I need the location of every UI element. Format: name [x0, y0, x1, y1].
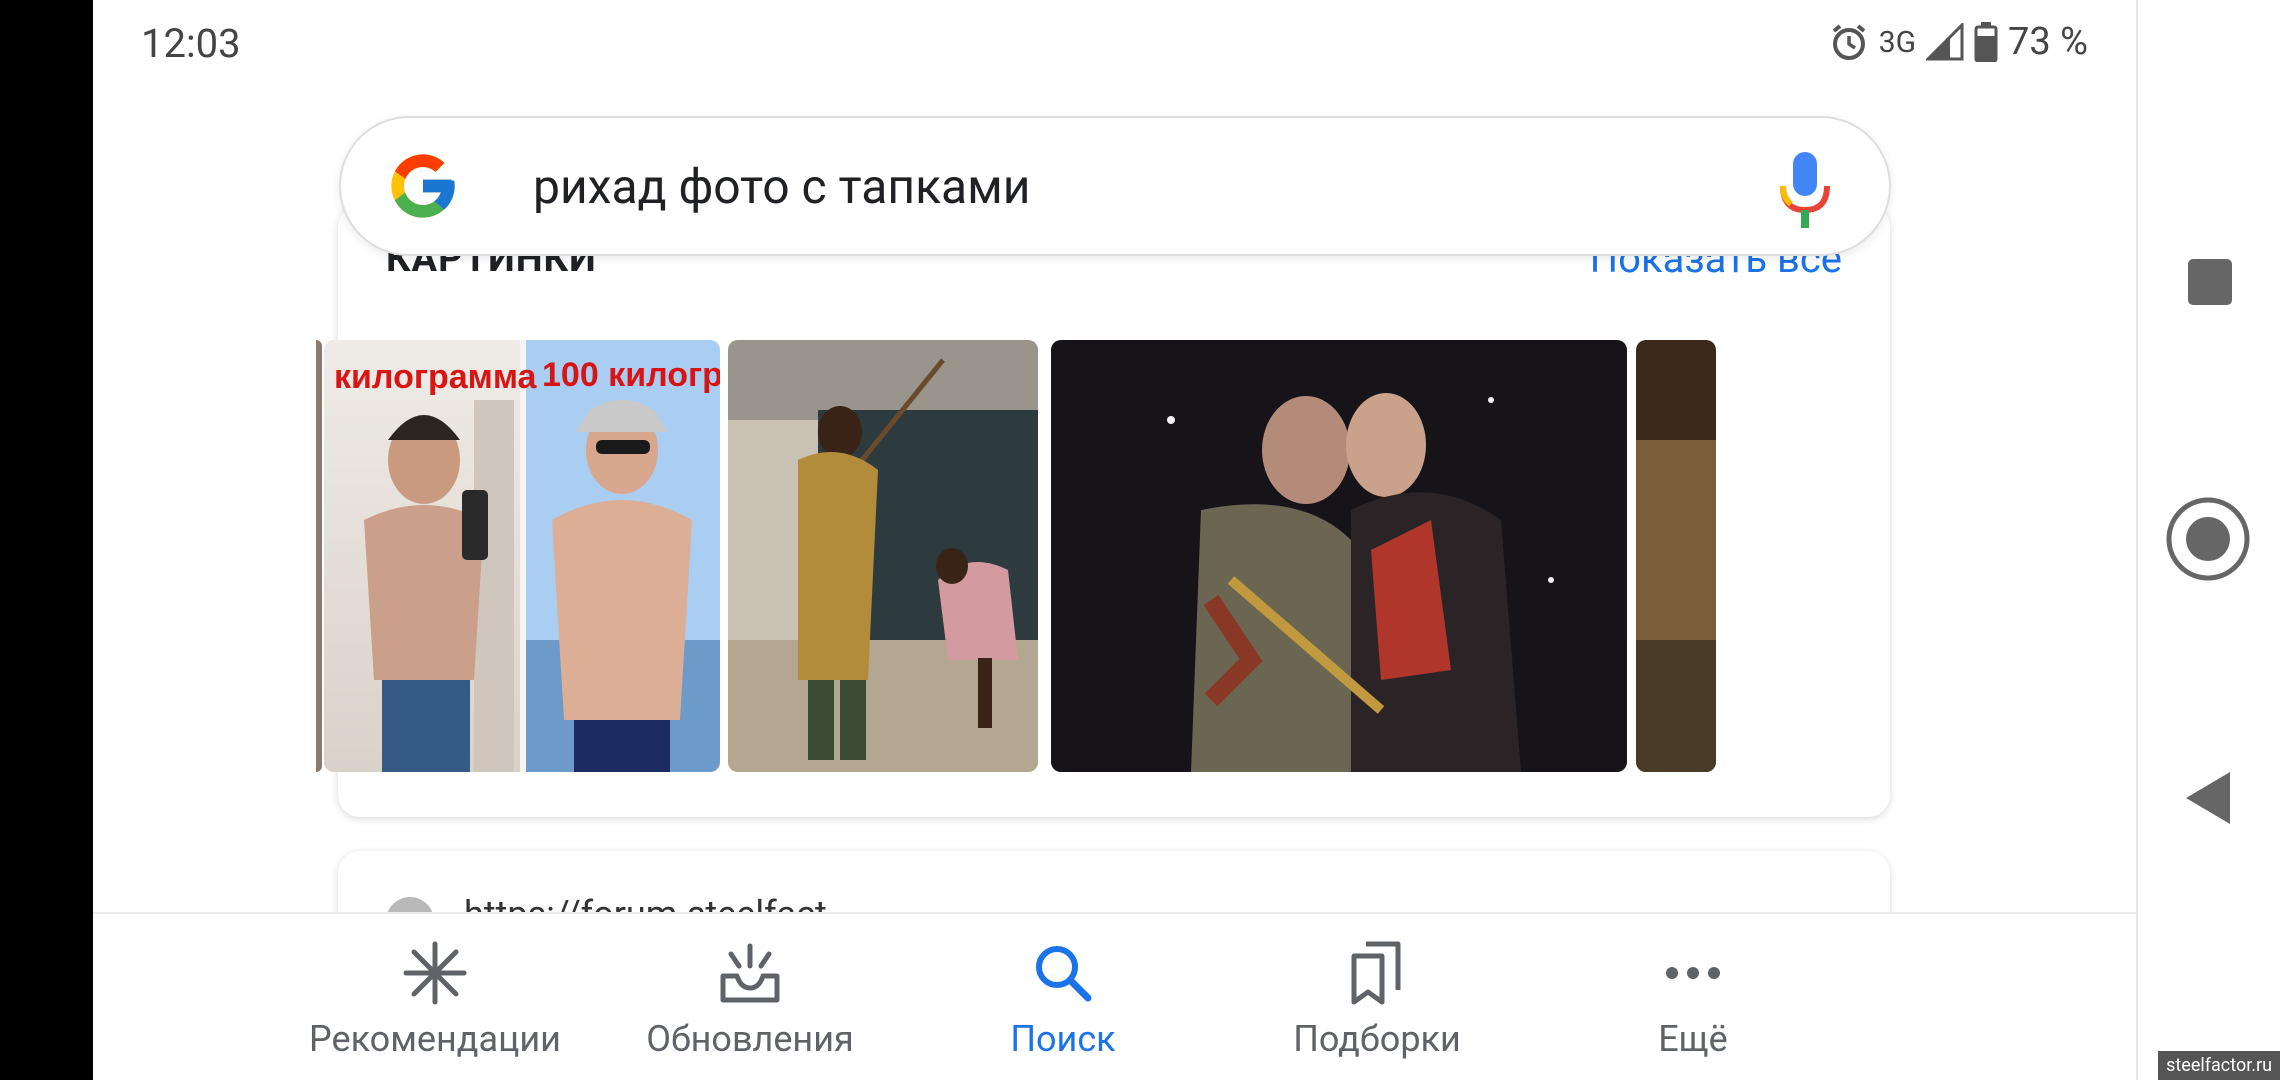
- bookmarks-icon: [1351, 941, 1401, 1005]
- alarm-icon: [1832, 24, 1865, 60]
- watermark: steelfactor.ru: [2158, 1051, 2280, 1080]
- image-thumbnail[interactable]: [1051, 340, 1627, 772]
- network-type: 3G: [1878, 24, 1917, 60]
- battery-icon: [1974, 22, 1998, 62]
- nav-recommendations[interactable]: Рекомендации: [285, 940, 585, 1060]
- image-thumbnail[interactable]: килограмма 100 килограм: [324, 340, 720, 772]
- more-dots-icon: [1666, 967, 1720, 979]
- google-logo-icon: [391, 154, 455, 218]
- nav-label: Обновления: [646, 1018, 854, 1060]
- nav-label: Ещё: [1658, 1018, 1728, 1060]
- google-app: 12:03 3G 73 % КАРТИНКИ Показать все кило…: [93, 0, 2136, 1080]
- search-bar[interactable]: рихад фото с тапками: [339, 116, 1891, 256]
- image-thumbnail[interactable]: [1636, 340, 1716, 772]
- asterisk-icon: [403, 941, 467, 1005]
- back-icon[interactable]: [2184, 770, 2232, 826]
- status-icons: 3G 73 %: [1829, 20, 2088, 64]
- nav-label: Подборки: [1293, 1018, 1461, 1060]
- microphone-icon[interactable]: [1779, 152, 1831, 228]
- screen-cutout: [0, 0, 93, 1080]
- recent-apps-icon[interactable]: [2188, 259, 2232, 305]
- image-thumbnail[interactable]: [728, 340, 1038, 772]
- signal-icon: [1926, 23, 1964, 61]
- system-navigation-bar: steelfactor.ru: [2136, 0, 2280, 1080]
- home-icon[interactable]: [2165, 496, 2251, 582]
- nav-label: Рекомендации: [309, 1018, 561, 1060]
- search-query[interactable]: рихад фото с тапками: [533, 158, 1030, 215]
- nav-label: Поиск: [1010, 1018, 1116, 1060]
- search-icon: [1036, 946, 1092, 1002]
- bottom-navigation: Рекомендации Обновления Поиск Подборки Е…: [93, 912, 2136, 1080]
- inbox-updates-icon: [720, 943, 780, 1003]
- nav-search[interactable]: Поиск: [913, 940, 1213, 1060]
- nav-more[interactable]: Ещё: [1543, 940, 1843, 1060]
- thumbnail-caption-left: килограмма: [334, 358, 538, 396]
- nav-updates[interactable]: Обновления: [600, 940, 900, 1060]
- status-time: 12:03: [141, 20, 241, 67]
- image-carousel[interactable]: килограмма 100 килограм: [316, 340, 1916, 772]
- battery-percent: 73 %: [2008, 20, 2088, 64]
- image-thumbnail[interactable]: [316, 340, 322, 772]
- thumbnail-caption-right: 100 килограм: [542, 356, 720, 394]
- nav-collections[interactable]: Подборки: [1227, 940, 1527, 1060]
